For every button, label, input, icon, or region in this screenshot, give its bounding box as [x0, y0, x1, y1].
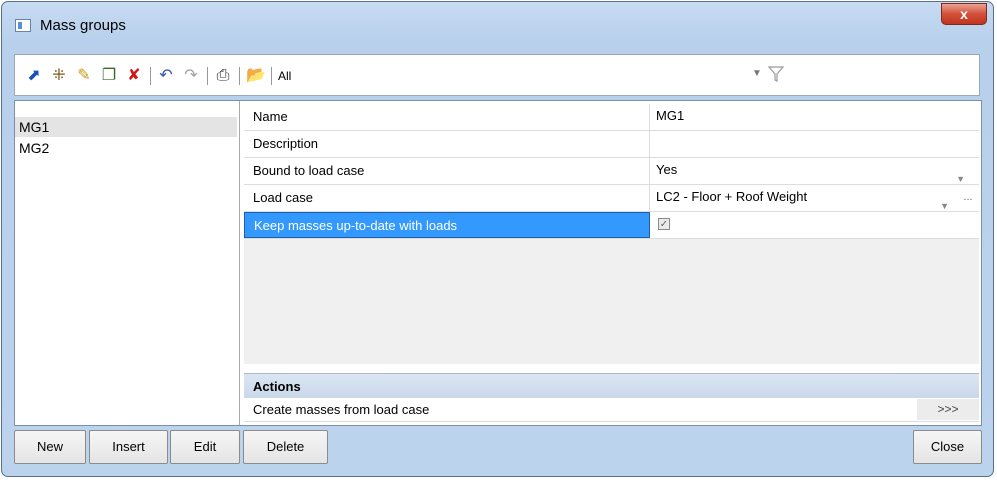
property-row-description[interactable]: Description [244, 131, 979, 158]
loadcase-select[interactable]: LC2 - Floor + Roof Weight ▼ ... [650, 185, 979, 211]
window-title: Mass groups [40, 17, 126, 34]
mass-group-list: MG1 MG2 [15, 101, 240, 425]
property-label: Bound to load case [244, 158, 650, 184]
mass-groups-window: Mass groups x ⬈ ⁜ ✎ ❐ ✘ ↶ ↷ ⎙ 📂 All ▼ MG… [1, 1, 994, 477]
add-icon[interactable]: ⬈ [25, 67, 43, 85]
delete-button[interactable]: Delete [243, 430, 328, 464]
property-label: Keep masses up-to-date with loads [244, 212, 650, 238]
chevron-down-icon[interactable]: ▼ [752, 68, 762, 79]
close-window-button[interactable]: x [941, 3, 987, 25]
keep-checkbox[interactable]: ✓ [658, 218, 670, 230]
toolbar-separator [150, 67, 151, 85]
bound-select[interactable]: Yes ▼ [650, 158, 979, 184]
property-row-keep[interactable]: Keep masses up-to-date with loads ✓ [244, 212, 979, 239]
property-label: Name [244, 104, 650, 130]
filter-select[interactable]: All [278, 69, 291, 83]
property-grid: Name MG1 Description Bound to load case … [244, 104, 979, 424]
property-row-loadcase[interactable]: Load case LC2 - Floor + Roof Weight ▼ ..… [244, 185, 979, 212]
new-button[interactable]: New [14, 430, 86, 464]
keep-checkbox-cell[interactable]: ✓ [650, 212, 979, 238]
name-field[interactable]: MG1 [650, 104, 979, 130]
toolbar: ⬈ ⁜ ✎ ❐ ✘ ↶ ↷ ⎙ 📂 All ▼ [14, 54, 980, 96]
undo-icon[interactable]: ↶ [157, 67, 175, 85]
list-item[interactable]: MG2 [15, 138, 237, 158]
copy-icon[interactable]: ❐ [100, 67, 118, 85]
property-label: Load case [244, 185, 650, 211]
browse-button[interactable]: ... [957, 187, 979, 209]
open-icon[interactable]: 📂 [246, 67, 266, 85]
bound-value: Yes [656, 162, 678, 177]
close-button[interactable]: Close [913, 430, 982, 464]
toolbar-separator [207, 67, 208, 85]
app-icon [15, 19, 31, 32]
action-label: Create masses from load case [253, 402, 430, 417]
grid-empty-area [244, 239, 979, 364]
insert-button[interactable]: Insert [89, 430, 168, 464]
property-label: Description [244, 131, 650, 157]
print-icon[interactable]: ⎙ [214, 67, 232, 85]
main-content: MG1 MG2 Name MG1 Description Bound to lo… [14, 100, 982, 426]
description-field[interactable] [650, 131, 979, 157]
property-row-bound[interactable]: Bound to load case Yes ▼ [244, 158, 979, 185]
actions-section-header: Actions [244, 373, 979, 398]
edit-button[interactable]: Edit [170, 430, 240, 464]
add-all-icon[interactable]: ⁜ [50, 67, 68, 85]
edit-icon[interactable]: ✎ [75, 67, 93, 85]
list-item[interactable]: MG1 [15, 117, 237, 137]
delete-icon[interactable]: ✘ [125, 67, 143, 85]
property-row-name[interactable]: Name MG1 [244, 104, 979, 131]
toolbar-separator [239, 67, 240, 85]
filter-icon[interactable] [767, 64, 785, 84]
title-bar: Mass groups x [2, 2, 993, 52]
create-masses-button[interactable]: >>> [917, 399, 979, 420]
redo-icon[interactable]: ↷ [182, 67, 200, 85]
toolbar-separator [271, 67, 272, 85]
loadcase-value: LC2 - Floor + Roof Weight [656, 189, 808, 204]
action-row[interactable]: Create masses from load case >>> [244, 398, 979, 422]
